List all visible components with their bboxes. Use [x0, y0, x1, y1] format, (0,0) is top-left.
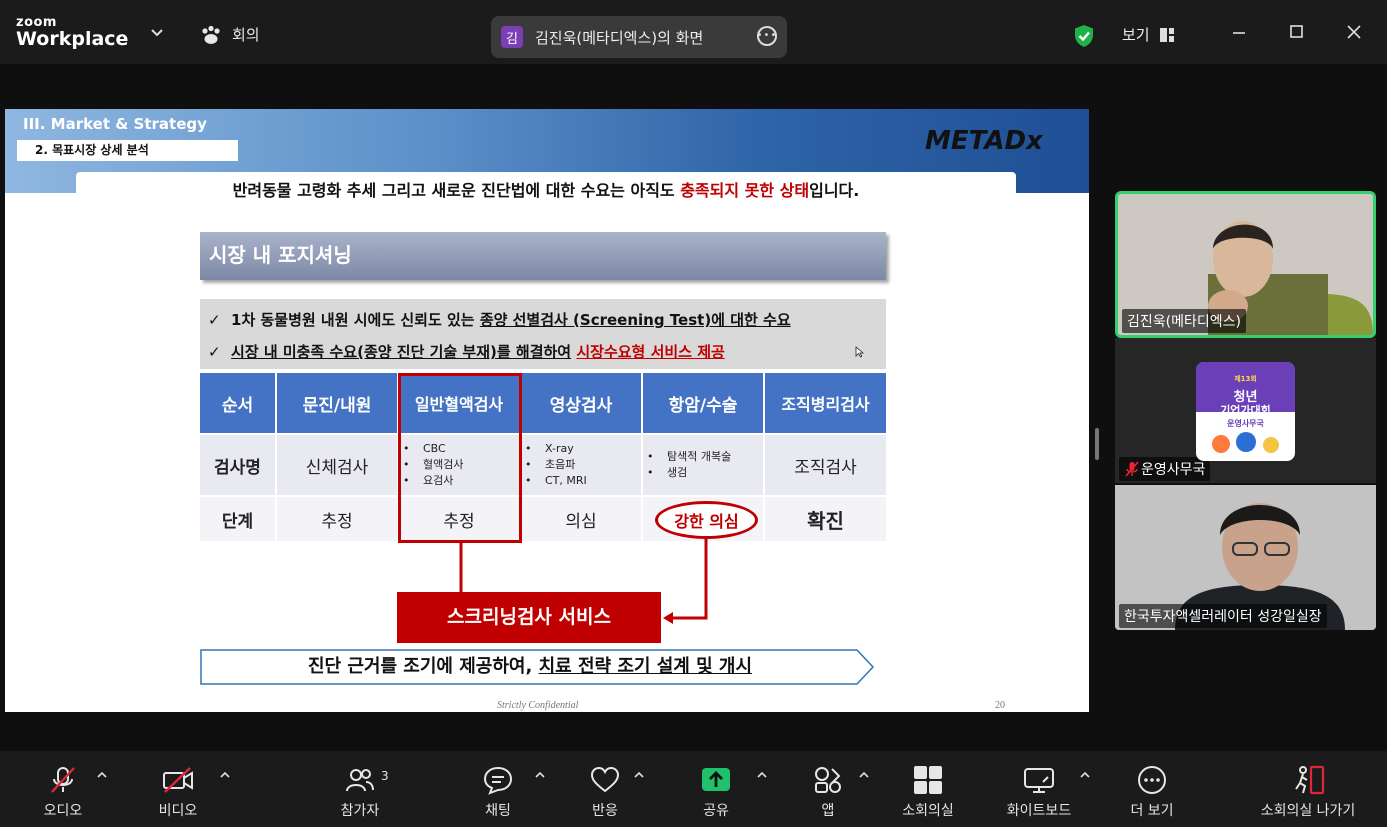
share-button[interactable]: 공유: [678, 751, 754, 827]
view-label: 보기: [1122, 26, 1150, 44]
zoom-workplace-logo[interactable]: zoom Workplace: [16, 16, 128, 49]
bottom-pre: 진단 근거를 조기에 제공하여,: [307, 656, 539, 677]
bottom-underline: 치료 전략 조기 설계 및 개시: [538, 656, 753, 677]
whiteboard-button[interactable]: 화이트보드: [996, 751, 1082, 827]
meeting-label: 회의: [232, 26, 260, 44]
panel-resize-handle[interactable]: [1095, 428, 1099, 460]
zoom-window: zoom Workplace 회의 김 김진욱(메타디엑스)의 화면 ••• 보…: [0, 0, 1387, 827]
chevron-up-icon[interactable]: [634, 771, 644, 779]
share-label: 공유: [703, 803, 729, 819]
chat-button[interactable]: 채팅: [460, 751, 536, 827]
participants-paw-icon: [202, 25, 220, 44]
participant-name: 한국투자액셀러레이터 성강일실장: [1119, 604, 1327, 628]
brand-line-2: Workplace: [16, 28, 129, 50]
participant-avatar-poster: 제13회 청년 기업가대회 운영사무국: [1196, 362, 1295, 461]
breakout-rooms-button[interactable]: 소회의실: [888, 751, 968, 827]
view-button[interactable]: 보기: [1122, 24, 1174, 45]
whiteboard-label: 화이트보드: [1006, 803, 1072, 819]
close-icon[interactable]: [1346, 24, 1362, 40]
heart-icon: [590, 766, 620, 793]
participants-icon: [346, 769, 374, 792]
top-bar: zoom Workplace 회의 김 김진욱(메타디엑스)의 화면 ••• 보…: [0, 0, 1387, 64]
layout-grid-icon: [1159, 27, 1174, 42]
chevron-up-icon[interactable]: [535, 771, 545, 779]
poster-line-3: 기업가대회: [1220, 404, 1271, 417]
maximize-icon[interactable]: [1289, 24, 1305, 40]
leave-room-icon: [1295, 765, 1325, 795]
screening-service-box: 스크리닝검사 서비스: [397, 592, 661, 643]
video-label: 비디오: [158, 803, 198, 819]
shared-slide: III. Market & Strategy 2. 목표시장 상세 분석 MET…: [5, 109, 1089, 712]
encryption-shield-icon[interactable]: [1073, 24, 1095, 48]
poster-line-4: 운영사무국: [1227, 419, 1264, 428]
chevron-up-icon[interactable]: [859, 771, 869, 779]
apps-label: 앱: [821, 803, 835, 819]
breakout-label: 소회의실: [902, 803, 954, 819]
leave-breakout-label: 소회의실 나가기: [1260, 803, 1356, 819]
more-dots-icon: [1138, 766, 1166, 794]
participants-label: 참가자: [340, 803, 380, 819]
participants-button[interactable]: 참가자: [320, 751, 400, 827]
page-number: 20: [995, 700, 1005, 711]
share-screen-icon: [702, 768, 730, 791]
more-label: 더 보기: [1130, 803, 1174, 819]
reactions-label: 반응: [592, 803, 618, 819]
breakout-grid-icon: [914, 766, 942, 794]
video-off-icon: [163, 767, 193, 793]
muted-mic-icon: [51, 767, 75, 793]
minimize-icon[interactable]: [1231, 24, 1247, 40]
chevron-up-icon[interactable]: [220, 771, 230, 779]
chevron-up-icon[interactable]: [1080, 771, 1090, 779]
apps-button[interactable]: 앱: [790, 751, 866, 827]
whiteboard-icon: [1024, 768, 1054, 793]
confidential-label: Strictly Confidential: [497, 700, 579, 711]
leave-breakout-button[interactable]: 소회의실 나가기: [1249, 751, 1367, 827]
chevron-up-icon[interactable]: [757, 771, 767, 779]
chevron-down-icon[interactable]: [150, 28, 164, 38]
participants-count: 3: [381, 769, 389, 783]
audio-label: 오디오: [43, 803, 83, 819]
meeting-toolbar: 오디오 비디오 참가자 3 채팅 반응 공유 앱 소회의실 화이트보드 더 보기…: [0, 751, 1387, 827]
audio-button[interactable]: 오디오: [25, 751, 101, 827]
participant-tile[interactable]: 한국투자액셀러레이터 성강일실장: [1115, 485, 1376, 630]
screen-share-indicator[interactable]: 김 김진욱(메타디엑스)의 화면 •••: [491, 16, 787, 58]
participant-tile-active-speaker[interactable]: 김진욱(메타디엑스): [1115, 191, 1376, 338]
poster-line-1: 제13회: [1234, 375, 1257, 383]
sharer-avatar: 김: [501, 26, 523, 48]
chat-label: 채팅: [485, 803, 511, 819]
meeting-info-button[interactable]: 회의: [200, 24, 260, 45]
muted-mic-icon: [1125, 461, 1139, 477]
video-button[interactable]: 비디오: [140, 751, 216, 827]
more-button[interactable]: 더 보기: [1114, 751, 1190, 827]
bottom-message: 진단 근거를 조기에 제공하여, 치료 전략 조기 설계 및 개시: [200, 649, 860, 685]
chevron-up-icon[interactable]: [97, 771, 107, 779]
poster-illustration: [1212, 432, 1279, 453]
chat-icon: [483, 766, 513, 795]
participant-name: 김진욱(메타디엑스): [1122, 309, 1246, 333]
more-options-icon[interactable]: •••: [757, 26, 777, 46]
reactions-button[interactable]: 반응: [567, 751, 643, 827]
share-label: 김진욱(메타디엑스)의 화면: [535, 28, 704, 47]
apps-icon: [815, 767, 841, 793]
